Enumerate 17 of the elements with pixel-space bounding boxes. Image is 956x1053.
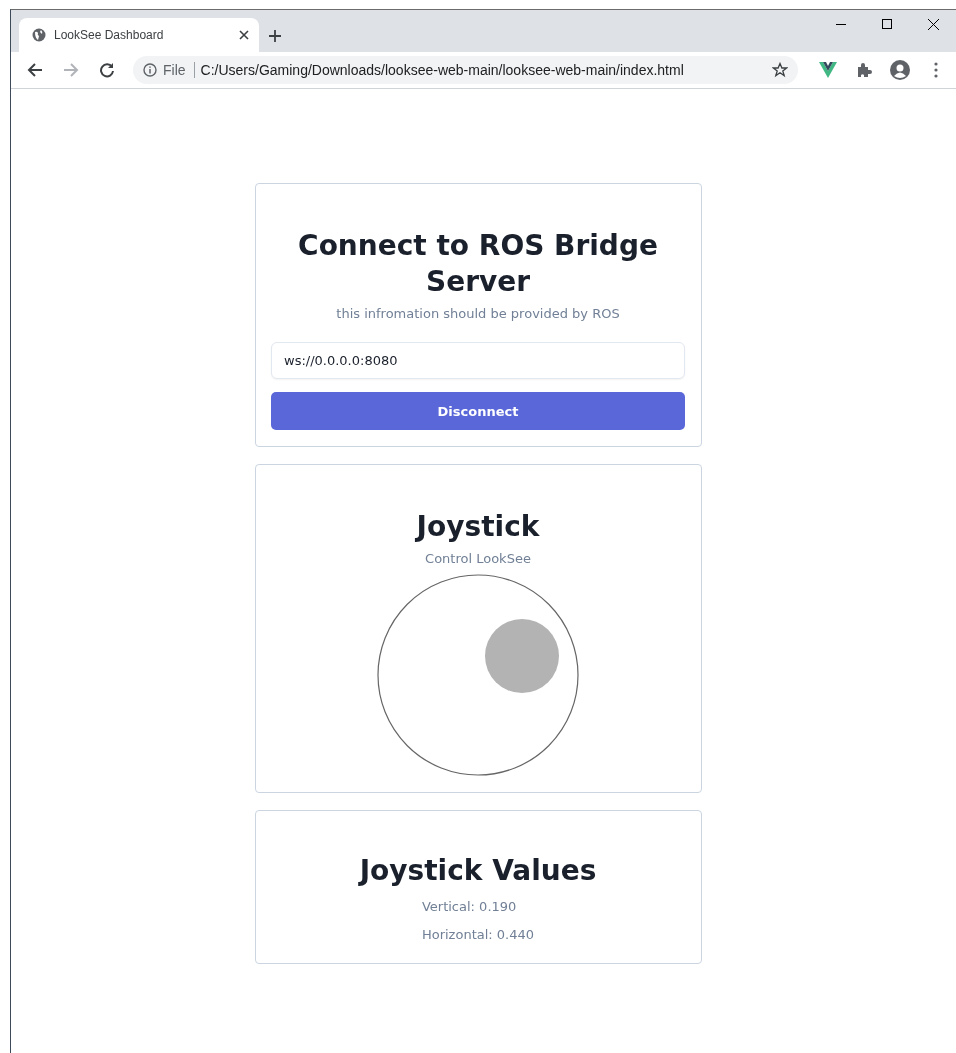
card-title: Joystick Values (359, 853, 597, 889)
star-icon[interactable] (772, 62, 788, 78)
value-text: Horizontal: 0.440 (421, 926, 535, 944)
tab-title: LookSee Dashboard (54, 28, 165, 42)
browser-tab[interactable]: LookSee Dashboard (19, 18, 259, 52)
address-input-field[interactable]: ws://0.0.0.0:8080 (271, 342, 685, 379)
card-title: Connect to ROS Bridge Server (297, 228, 659, 300)
card-subtitle: Control LookSee (425, 551, 531, 566)
value-text: Vertical: 0.190 (421, 898, 518, 916)
url-text: C:/Users/Gaming/Downloads/looksee-web-main/looksee-web-main/index.html (200, 62, 685, 78)
card-title: Joystick (416, 509, 540, 545)
globe-icon (32, 28, 46, 42)
card-subtitle: this infromation should be provided by ROS (336, 306, 620, 321)
info-icon (143, 63, 157, 77)
address-bar[interactable]: File C:/Users/Gaming/Downloads/looksee-web-main/looksee-web-main/index.html (133, 56, 798, 84)
disconnect-button[interactable]: Disconnect (271, 392, 685, 430)
scheme-label: File (163, 62, 195, 78)
